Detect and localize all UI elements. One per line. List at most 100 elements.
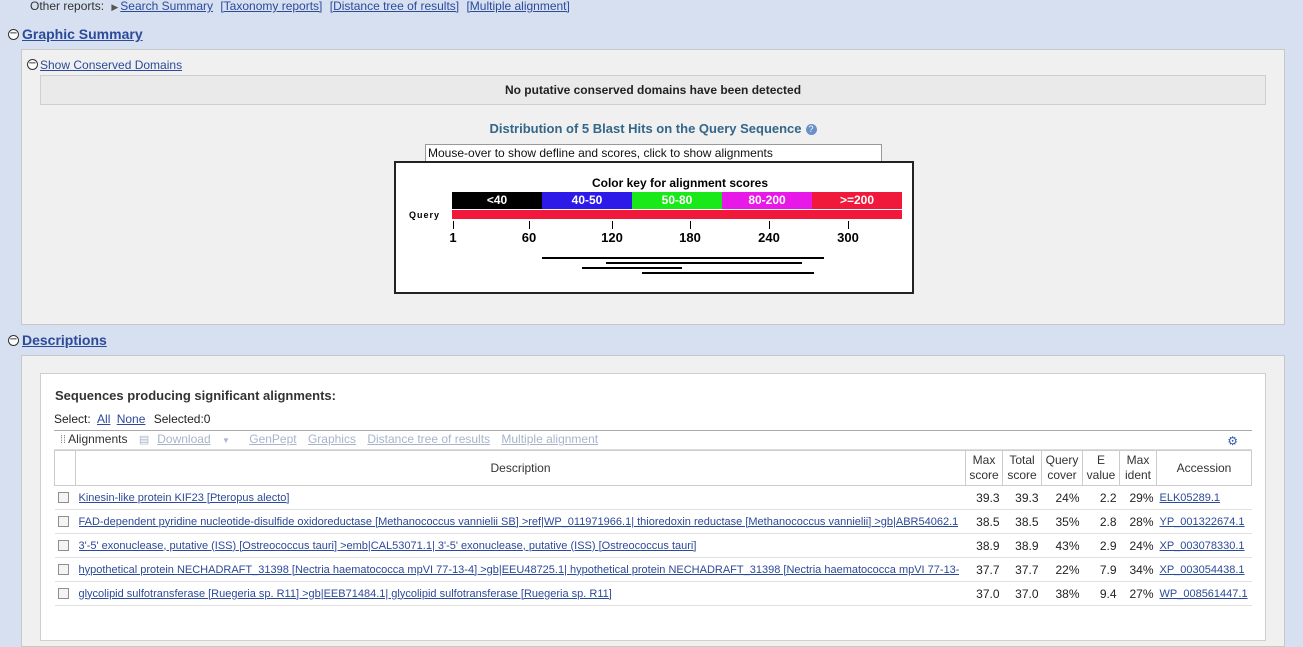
axis-tick-label: 1 <box>449 230 456 245</box>
select-all-link[interactable]: All <box>97 412 110 426</box>
description-link[interactable]: FAD-dependent pyridine nucleotide-disulf… <box>79 516 959 528</box>
collapse-minus-icon[interactable]: − <box>8 334 19 346</box>
description-cell: FAD-dependent pyridine nucleotide-disulf… <box>75 509 966 534</box>
select-none-link[interactable]: None <box>117 412 146 426</box>
hits-graphic[interactable]: Color key for alignment scores <40 40-50 5… <box>394 161 914 294</box>
table-row: hypothetical protein NECHADRAFT_31398 [N… <box>54 557 1252 582</box>
row-checkbox-cell <box>54 533 76 558</box>
description-link[interactable]: 3'-5' exonuclease, putative (ISS) [Ostre… <box>79 540 959 552</box>
query-cover-cell: 43% <box>1041 533 1083 558</box>
header-accession[interactable]: Accession <box>1156 450 1252 486</box>
triangle-right-icon: ▶ <box>111 2 119 12</box>
accession-link[interactable]: WP_008561447.1 <box>1160 588 1248 600</box>
hit-lines[interactable] <box>542 257 824 274</box>
header-max-score[interactable]: Max score <box>965 450 1003 486</box>
query-cover-cell: 35% <box>1041 509 1083 534</box>
header-text: score <box>1007 468 1037 482</box>
mouseover-info-field[interactable]: Mouse-over to show defline and scores, c… <box>425 144 882 162</box>
hit-line[interactable] <box>642 272 814 274</box>
header-max-ident[interactable]: Max ident <box>1119 450 1157 486</box>
description-cell: 3'-5' exonuclease, putative (ISS) [Ostre… <box>75 533 966 558</box>
description-cell: glycolipid sulfotransferase [Ruegeria sp… <box>75 581 966 606</box>
query-cover-cell: 38% <box>1041 581 1083 606</box>
header-description[interactable]: Description <box>75 450 966 486</box>
link-distance-tree[interactable]: [Distance tree of results] <box>330 0 459 13</box>
accession-cell: ELK05289.1 <box>1156 485 1252 510</box>
axis-tick <box>612 221 613 229</box>
hit-line[interactable] <box>716 257 824 259</box>
accession-cell: YP_001322674.1 <box>1156 509 1252 534</box>
hits-graphic-svg[interactable]: Color key for alignment scores <40 40-50 5… <box>396 163 912 292</box>
collapse-minus-icon[interactable]: − <box>27 59 38 71</box>
table-row: 3'-5' exonuclease, putative (ISS) [Ostre… <box>54 533 1252 558</box>
link-taxonomy-reports[interactable]: [Taxonomy reports] <box>220 0 322 13</box>
header-text: value <box>1086 468 1116 482</box>
graphic-summary-header[interactable]: − Graphic Summary <box>8 26 143 42</box>
show-conserved-domains-link[interactable]: Show Conserved Domains <box>40 58 182 72</box>
link-search-summary[interactable]: Search Summary <box>120 0 213 13</box>
query-cover-cell: 22% <box>1041 557 1083 582</box>
multiple-alignment-link[interactable]: Multiple alignment <box>501 432 598 446</box>
row-checkbox[interactable] <box>57 588 69 600</box>
table-header-row: Description Max score Total score Query cov… <box>54 450 1252 486</box>
help-icon[interactable]: ? <box>805 124 817 136</box>
color-key-label: <40 <box>487 193 508 207</box>
hit-line[interactable] <box>582 267 682 269</box>
descriptions-title[interactable]: Descriptions <box>22 332 107 348</box>
axis-tick-label: 60 <box>522 230 536 245</box>
header-text: Total <box>1009 453 1035 467</box>
accession-link[interactable]: XP_003078330.1 <box>1160 540 1245 552</box>
header-e-value[interactable]: Evalue <box>1082 450 1120 486</box>
row-checkbox-cell <box>54 509 76 534</box>
download-button[interactable]: ▤ Download ▼ <box>139 432 238 446</box>
total-score-cell: 39.3 <box>1002 485 1042 510</box>
e-value-cell: 7.9 <box>1082 557 1120 582</box>
show-conserved-domains-toggle[interactable]: − Show Conserved Domains <box>27 57 182 72</box>
drag-handle-icon[interactable]: ⁞⁞ <box>60 434 66 446</box>
header-text: ident <box>1124 468 1152 482</box>
row-checkbox[interactable] <box>57 516 69 528</box>
description-link[interactable]: Kinesin-like protein KIF23 [Pteropus ale… <box>79 492 959 504</box>
header-total-score[interactable]: Total score <box>1002 450 1042 486</box>
e-value-cell: 2.9 <box>1082 533 1120 558</box>
link-multiple-alignment[interactable]: [Multiple alignment] <box>466 0 569 13</box>
row-checkbox[interactable] <box>57 492 69 504</box>
row-checkbox[interactable] <box>57 540 69 552</box>
row-checkbox[interactable] <box>57 564 69 576</box>
hit-line[interactable] <box>606 262 802 264</box>
row-checkbox-cell <box>54 557 76 582</box>
hit-line[interactable] <box>542 257 716 259</box>
accession-link[interactable]: ELK05289.1 <box>1160 492 1221 504</box>
download-icon: ▤ <box>138 434 150 446</box>
query-axis-ticks: 1 60 120 180 240 300 <box>449 221 859 245</box>
max-ident-cell: 29% <box>1119 485 1157 510</box>
axis-tick-label: 180 <box>679 230 701 245</box>
collapse-minus-icon[interactable]: − <box>8 28 19 40</box>
color-key-label: 50-80 <box>662 193 693 207</box>
color-key-label: 80-200 <box>748 193 786 207</box>
description-link[interactable]: glycolipid sulfotransferase [Ruegeria sp… <box>79 588 959 600</box>
query-label: Query <box>409 210 440 220</box>
graphics-link[interactable]: Graphics <box>308 432 356 446</box>
e-value-cell: 2.8 <box>1082 509 1120 534</box>
genpept-link[interactable]: GenPept <box>249 432 296 446</box>
max-score-cell: 38.5 <box>965 509 1003 534</box>
accession-link[interactable]: XP_003054438.1 <box>1160 564 1245 576</box>
accession-cell: WP_008561447.1 <box>1156 581 1252 606</box>
table-row: Kinesin-like protein KIF23 [Pteropus ale… <box>54 485 1252 510</box>
axis-tick <box>769 221 770 229</box>
gear-icon[interactable]: ⚙ <box>1227 433 1238 450</box>
total-score-cell: 38.9 <box>1002 533 1042 558</box>
select-label: Select: <box>54 412 91 426</box>
accession-link[interactable]: YP_001322674.1 <box>1160 516 1245 528</box>
distance-tree-link[interactable]: Distance tree of results <box>367 432 490 446</box>
description-link[interactable]: hypothetical protein NECHADRAFT_31398 [N… <box>79 564 959 576</box>
alignments-button[interactable]: Alignments <box>68 432 127 446</box>
descriptions-table: Description Max score Total score Query cov… <box>54 450 1252 606</box>
no-domains-message: No putative conserved domains have been … <box>40 75 1266 105</box>
header-text: Query <box>1045 453 1079 467</box>
descriptions-header[interactable]: − Descriptions <box>8 332 107 348</box>
row-checkbox-cell <box>54 485 76 510</box>
header-query-cover[interactable]: Query cover <box>1041 450 1083 486</box>
graphic-summary-title[interactable]: Graphic Summary <box>22 26 143 42</box>
